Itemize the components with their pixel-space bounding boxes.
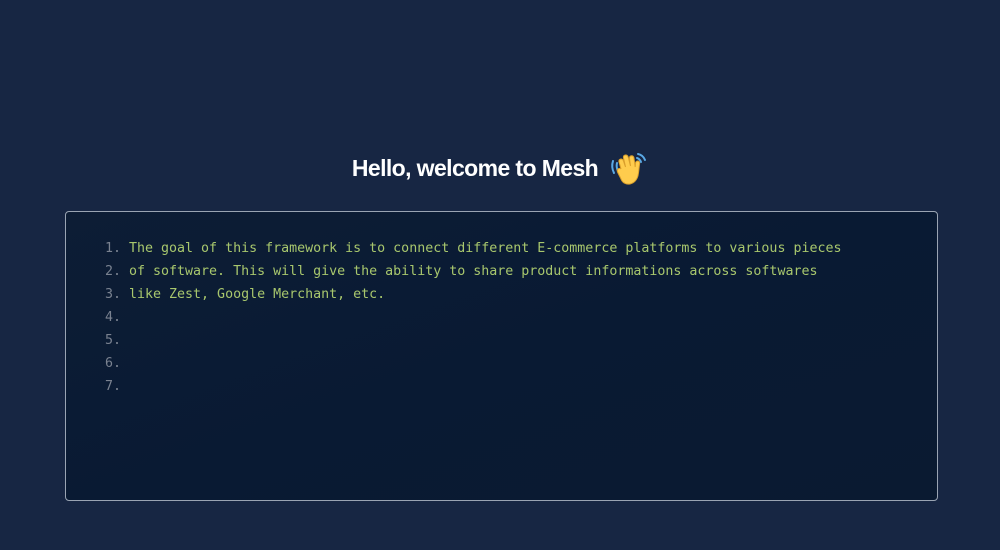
line-text[interactable]: of software. This will give the ability … (129, 260, 817, 283)
page-title: Hello, welcome to Mesh (351, 154, 599, 181)
code-line: 5. (66, 329, 937, 352)
line-text[interactable]: The goal of this framework is to connect… (129, 237, 841, 260)
line-number: 1. (104, 241, 121, 256)
code-line: 1. The goal of this framework is to conn… (66, 237, 937, 260)
line-number: 5. (104, 333, 121, 348)
code-line: 2. of software. This will give the abili… (66, 260, 937, 283)
code-line: 4. (66, 306, 937, 329)
code-line: 3. like Zest, Google Merchant, etc. (66, 283, 937, 306)
line-number: 7. (104, 379, 121, 394)
page-header: Hello, welcome to Mesh (0, 146, 1000, 190)
line-number: 6. (104, 356, 121, 371)
code-editor[interactable]: 1. The goal of this framework is to conn… (65, 211, 938, 501)
line-number: 3. (104, 287, 121, 302)
line-number: 4. (104, 310, 121, 325)
code-lines: 1. The goal of this framework is to conn… (66, 237, 937, 398)
code-line: 7. (66, 375, 937, 398)
waving-hand-icon (608, 149, 648, 189)
line-text[interactable]: like Zest, Google Merchant, etc. (129, 283, 385, 306)
code-line: 6. (66, 352, 937, 375)
line-number: 2. (104, 264, 121, 279)
